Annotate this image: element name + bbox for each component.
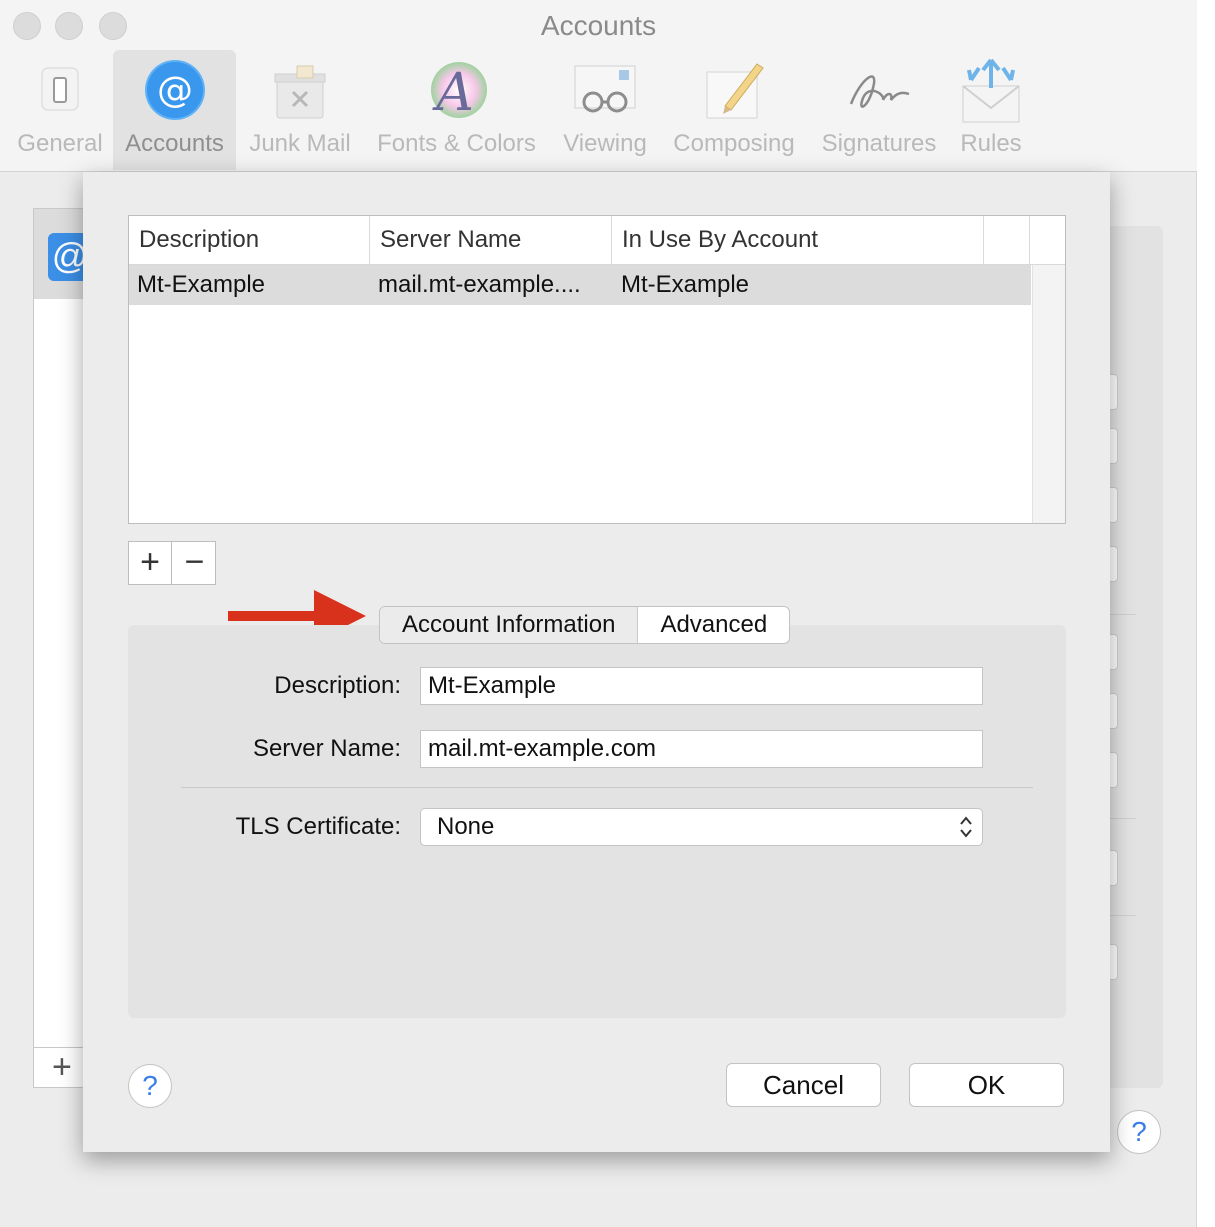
toolbar-fonts-colors[interactable]: A Fonts & Colors (368, 50, 545, 170)
cell-in-use-by: Mt-Example (621, 271, 750, 298)
form-separator (181, 787, 1033, 788)
chevron-updown-icon (960, 816, 972, 838)
rules-envelope-icon (959, 58, 1023, 131)
at-sign-icon: @ (143, 58, 207, 127)
pencil-note-icon (699, 58, 769, 129)
preferences-window: Accounts General @ Accounts Junk Mail A (0, 0, 1197, 1227)
table-row[interactable]: Mt-Example mail.mt-example.... Mt-Exampl… (129, 265, 1031, 305)
description-label: Description: (274, 672, 401, 699)
tab-account-information[interactable]: Account Information (380, 607, 639, 643)
toolbar-junk-mail[interactable]: Junk Mail (240, 50, 360, 170)
column-header-server-name[interactable]: Server Name (370, 216, 612, 264)
toolbar-rules[interactable]: Rules (953, 50, 1029, 170)
general-switch-icon (30, 58, 90, 123)
server-name-field[interactable]: mail.mt-example.com (420, 730, 983, 768)
add-server-button[interactable]: + (129, 542, 172, 584)
title-toolbar: Accounts General @ Accounts Junk Mail A (0, 0, 1197, 172)
cell-server-name: mail.mt-example.... (378, 271, 581, 298)
column-header-empty (984, 216, 1030, 264)
server-name-label: Server Name: (252, 735, 401, 762)
remove-server-button[interactable]: − (173, 542, 216, 584)
cell-description: Mt-Example (137, 271, 266, 298)
signature-icon (839, 58, 919, 127)
add-remove-control: + − (128, 541, 216, 585)
tls-certificate-select[interactable]: None (420, 808, 983, 846)
smtp-server-sheet: Description Server Name In Use By Accoun… (83, 172, 1110, 1152)
background-help-button[interactable]: ? (1117, 1110, 1161, 1154)
tab-advanced[interactable]: Advanced (638, 607, 789, 643)
table-header: Description Server Name In Use By Accoun… (129, 216, 1065, 265)
window-title: Accounts (540, 10, 657, 41)
table-scrollbar[interactable] (1032, 265, 1065, 523)
background-divider (1110, 915, 1136, 916)
background-divider (1110, 614, 1136, 615)
tls-certificate-value: None (437, 813, 495, 840)
font-palette-icon: A (425, 58, 489, 127)
toolbar-viewing[interactable]: Viewing (555, 50, 655, 170)
toolbar-composing[interactable]: Composing (664, 50, 804, 170)
description-field[interactable]: Mt-Example (420, 667, 983, 705)
column-header-description[interactable]: Description (129, 216, 370, 264)
svg-text:@: @ (157, 70, 193, 111)
background-divider (1110, 818, 1136, 819)
junk-mail-icon (267, 58, 333, 129)
toolbar-signatures[interactable]: Signatures (815, 50, 943, 170)
tls-certificate-label: TLS Certificate: (235, 813, 401, 840)
tab-control: Account Information Advanced (379, 606, 791, 644)
help-button[interactable]: ? (128, 1064, 172, 1108)
glasses-icon (569, 58, 641, 127)
toolbar-general[interactable]: General (10, 50, 110, 170)
svg-text:A: A (432, 63, 474, 122)
cancel-button[interactable]: Cancel (726, 1063, 881, 1107)
toolbar-accounts[interactable]: @ Accounts (113, 50, 236, 170)
ok-button[interactable]: OK (909, 1063, 1064, 1107)
column-header-in-use-by[interactable]: In Use By Account (612, 216, 984, 264)
settings-group-box: Description: Mt-Example Server Name: mai… (128, 625, 1066, 1018)
smtp-server-table: Description Server Name In Use By Accoun… (128, 215, 1066, 524)
